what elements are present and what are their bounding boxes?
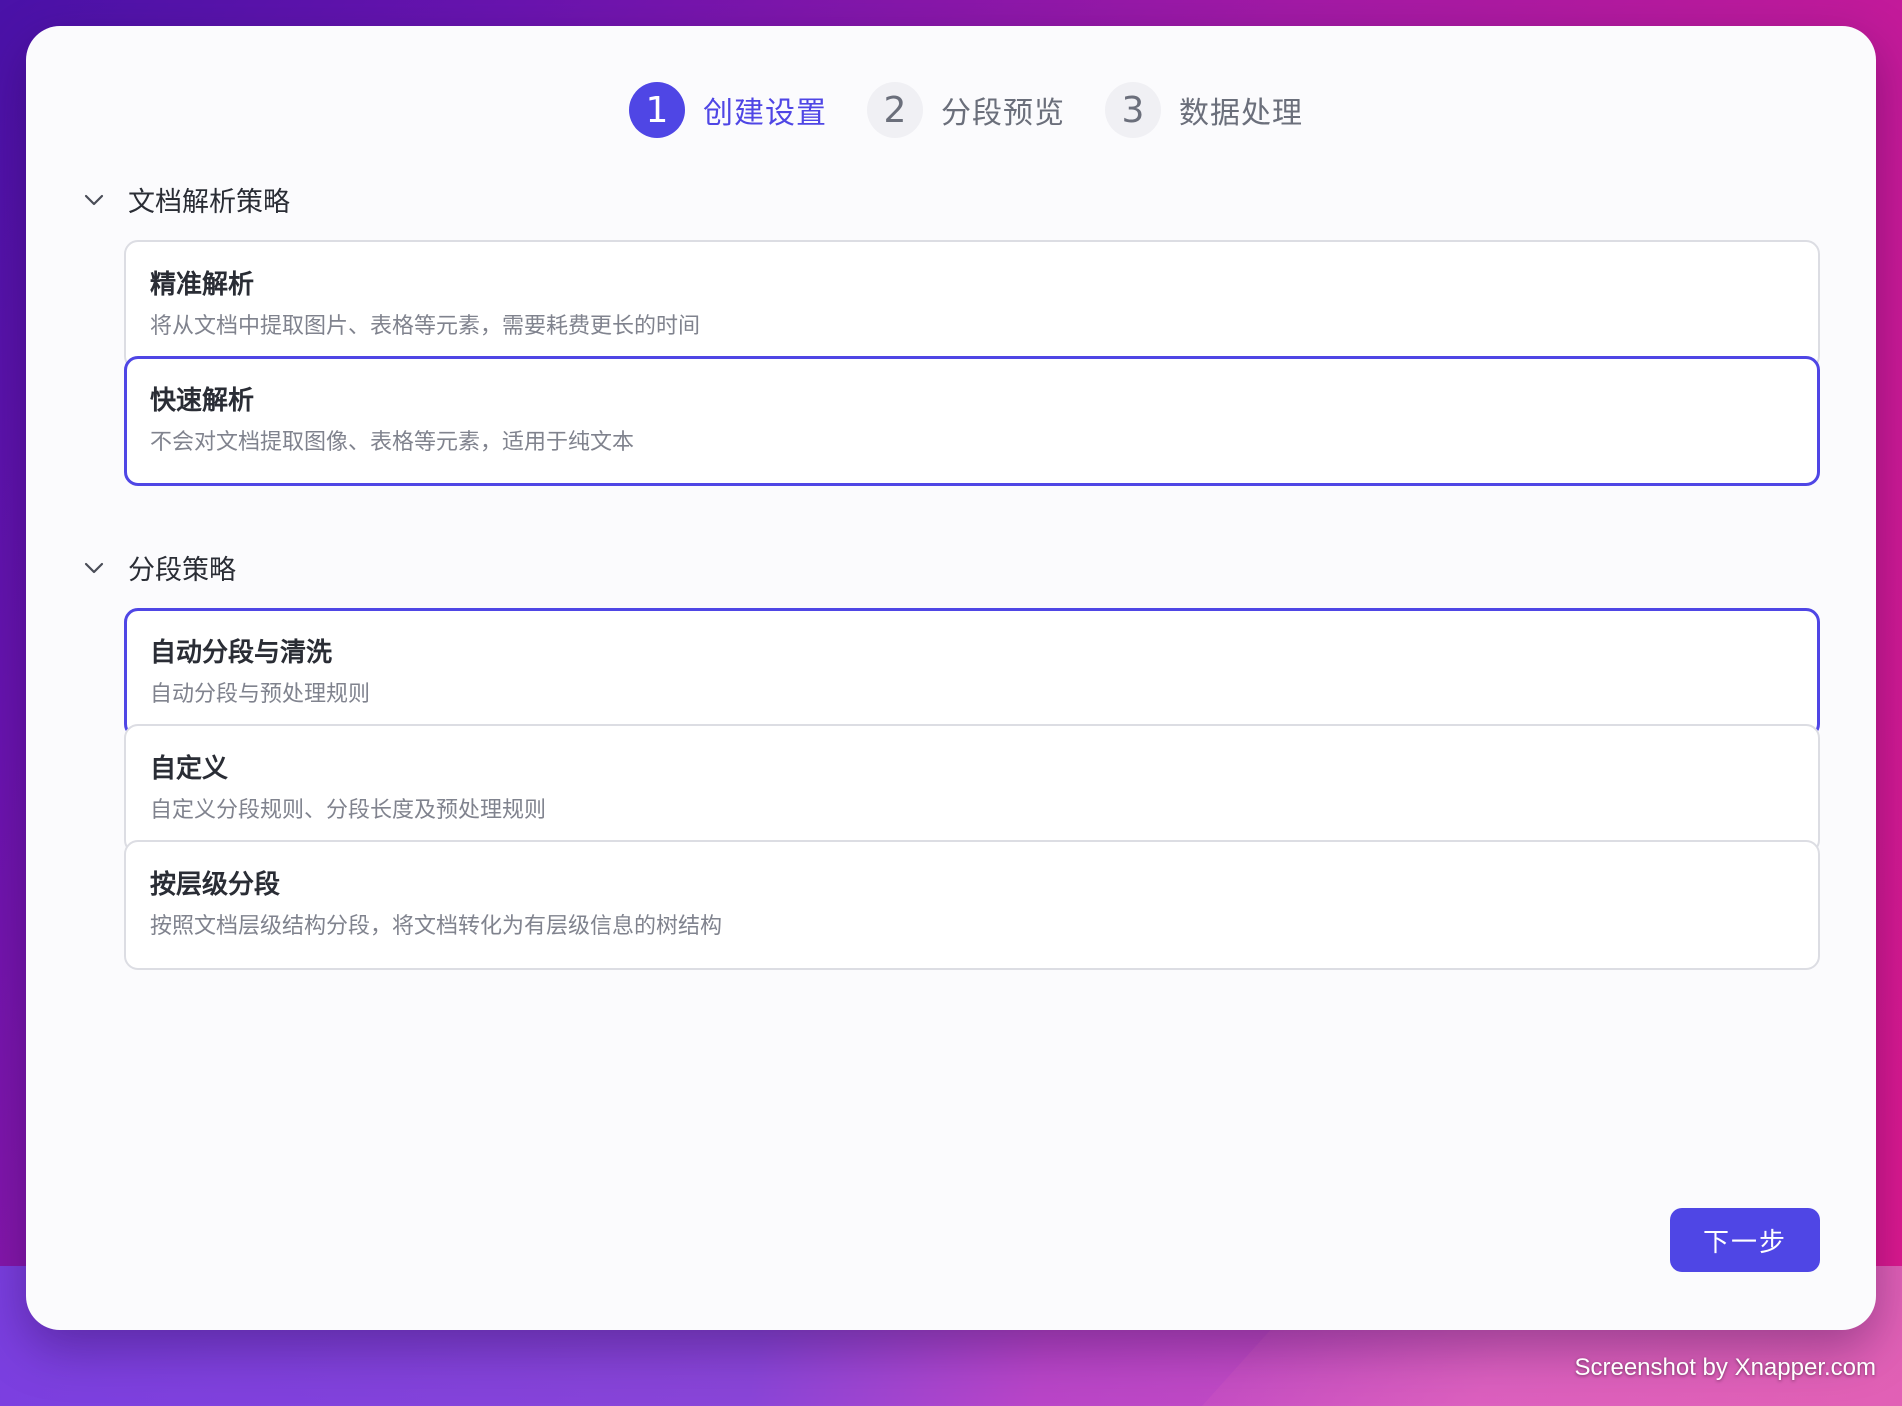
option-description: 自动分段与预处理规则 (150, 682, 371, 707)
chevron-down-icon (82, 188, 106, 212)
option-title: 自动分段与清洗 (150, 638, 333, 668)
option-card-hierarchical-segment[interactable]: 按层级分段 按照文档层级结构分段，将文档转化为有层级信息的树结构 (124, 840, 1820, 970)
step-number-1: 1 (629, 82, 685, 138)
step-label-segment-preview: 分段预览 (941, 96, 1065, 131)
option-card-precise-parse[interactable]: 精准解析 将从文档中提取图片、表格等元素，需要耗费更长的时间 (124, 240, 1820, 370)
option-description: 将从文档中提取图片、表格等元素，需要耗费更长的时间 (150, 314, 701, 339)
option-title: 自定义 (150, 754, 229, 784)
stepper: 1 创建设置 2 分段预览 3 数据处理 (26, 82, 1876, 138)
option-description: 按照文档层级结构分段，将文档转化为有层级信息的树结构 (150, 914, 723, 939)
option-title: 快速解析 (150, 386, 255, 416)
section-header-segment-strategy[interactable]: 分段策略 (82, 548, 236, 587)
section-title-segment-strategy: 分段策略 (128, 555, 236, 586)
option-title: 精准解析 (150, 270, 255, 300)
step-data-processing[interactable]: 3 数据处理 (1105, 82, 1303, 138)
section-title-parse-strategy: 文档解析策略 (128, 187, 290, 218)
next-step-button[interactable]: 下一步 (1670, 1208, 1820, 1272)
option-title: 按层级分段 (150, 870, 281, 900)
app-window: 1 创建设置 2 分段预览 3 数据处理 文档解析策略 精准解析 将从文档中提取… (26, 26, 1876, 1330)
option-card-auto-segment[interactable]: 自动分段与清洗 自动分段与预处理规则 (124, 608, 1820, 738)
step-segment-preview[interactable]: 2 分段预览 (867, 82, 1065, 138)
section-header-parse-strategy[interactable]: 文档解析策略 (82, 180, 290, 219)
option-card-fast-parse[interactable]: 快速解析 不会对文档提取图像、表格等元素，适用于纯文本 (124, 356, 1820, 486)
watermark-text: Screenshot by Xnapper.com (1574, 1354, 1876, 1381)
chevron-down-icon (82, 556, 106, 580)
option-card-custom-segment[interactable]: 自定义 自定义分段规则、分段长度及预处理规则 (124, 724, 1820, 854)
option-description: 自定义分段规则、分段长度及预处理规则 (150, 798, 547, 823)
option-description: 不会对文档提取图像、表格等元素，适用于纯文本 (150, 430, 635, 455)
step-number-2: 2 (867, 82, 923, 138)
step-label-data-processing: 数据处理 (1179, 96, 1303, 131)
step-create-settings[interactable]: 1 创建设置 (629, 82, 827, 138)
step-label-create-settings: 创建设置 (703, 96, 827, 131)
step-number-3: 3 (1105, 82, 1161, 138)
